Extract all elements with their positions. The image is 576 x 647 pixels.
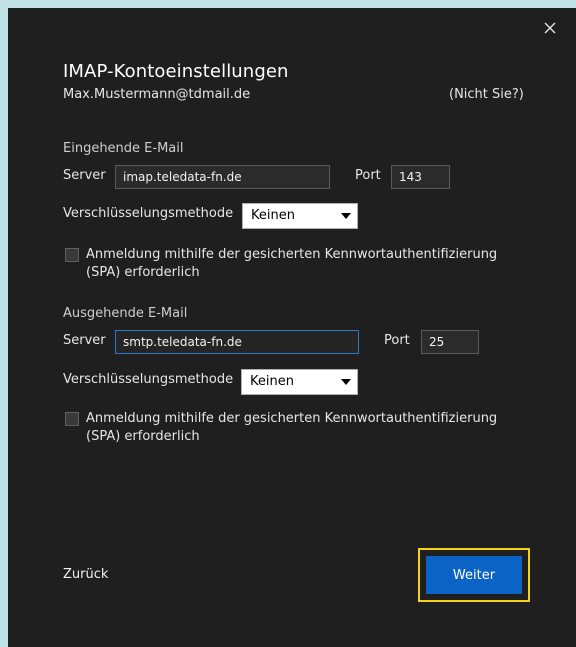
outgoing-encryption-label: Verschlüsselungsmethode [63, 372, 234, 387]
incoming-encryption-select[interactable]: Keinen [242, 203, 358, 229]
outgoing-spa-label-line1: Anmeldung mithilfe der gesicherten Kennw… [86, 411, 498, 426]
incoming-port-label: Port [355, 168, 381, 183]
incoming-spa-label-line2: (SPA) erforderlich [86, 265, 200, 280]
outgoing-spa-label-line2: (SPA) erforderlich [86, 429, 200, 444]
incoming-server-label: Server [63, 168, 106, 183]
outgoing-encryption-value: Keinen [250, 374, 294, 389]
incoming-spa-checkbox[interactable] [65, 248, 79, 262]
incoming-spa-label-line1: Anmeldung mithilfe der gesicherten Kennw… [86, 247, 498, 262]
outgoing-port-input[interactable] [421, 330, 479, 354]
dialog-title: IMAP-Kontoeinstellungen [63, 61, 289, 82]
back-button[interactable]: Zurück [63, 567, 108, 582]
incoming-encryption-label: Verschlüsselungsmethode [63, 206, 234, 221]
outgoing-spa-label: Anmeldung mithilfe der gesicherten Kennw… [86, 410, 526, 446]
close-button[interactable] [542, 20, 558, 36]
incoming-spa-label: Anmeldung mithilfe der gesicherten Kennw… [86, 246, 526, 282]
incoming-server-input[interactable] [115, 165, 330, 189]
next-button[interactable]: Weiter [426, 556, 522, 594]
outgoing-server-label: Server [63, 333, 106, 348]
not-you-link[interactable]: (Nicht Sie?) [449, 87, 524, 102]
incoming-section-label: Eingehende E-Mail [63, 141, 184, 156]
account-settings-dialog: IMAP-Kontoeinstellungen Max.Mustermann@t… [8, 8, 576, 647]
chevron-down-icon [341, 213, 351, 219]
close-icon [544, 22, 556, 34]
outgoing-port-label: Port [384, 333, 410, 348]
incoming-port-input[interactable] [391, 165, 450, 189]
outgoing-server-input[interactable] [115, 330, 359, 354]
outgoing-spa-checkbox[interactable] [65, 412, 79, 426]
outgoing-section-label: Ausgehende E-Mail [63, 306, 188, 321]
account-email: Max.Mustermann@tdmail.de [63, 87, 251, 102]
incoming-encryption-value: Keinen [251, 208, 295, 223]
chevron-down-icon [341, 379, 351, 385]
outgoing-encryption-select[interactable]: Keinen [241, 369, 358, 395]
